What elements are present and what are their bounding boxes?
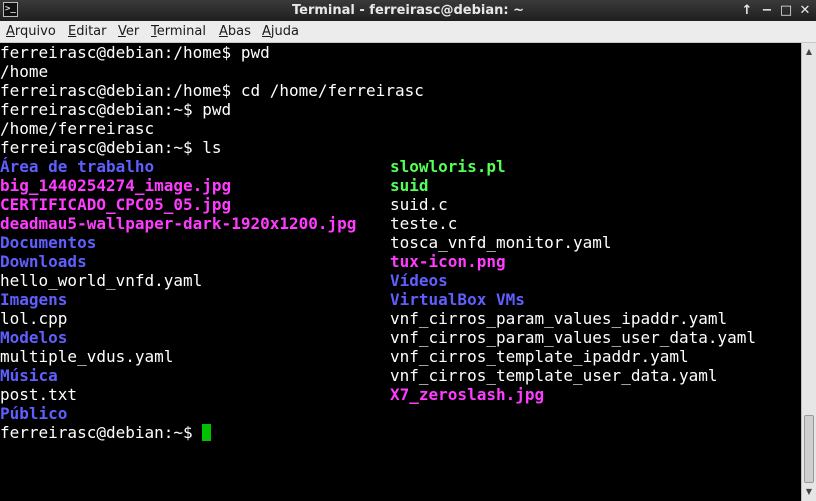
prompt-line[interactable]: ferreirasc@debian:~$	[0, 423, 212, 442]
terminal-line: ferreirasc@debian:/home$ cd /home/ferrei…	[0, 81, 424, 100]
ls-entry: post.txt	[0, 385, 78, 404]
menu-terminal[interactable]: Terminal	[151, 24, 206, 39]
ls-entry: multiple_vdus.yaml	[0, 347, 174, 366]
menu-label: bas	[227, 24, 251, 39]
ls-entry: suid	[390, 176, 429, 195]
ls-entry: vnf_cirros_template_user_data.yaml	[390, 366, 718, 385]
menu-mnemonic: A	[262, 24, 271, 39]
menu-bar: Arquivo Editar Ver Terminal Abas Ajuda	[0, 21, 816, 43]
menu-label: ditar	[76, 24, 107, 39]
menu-abas[interactable]: Abas	[219, 24, 251, 39]
ls-entry: vnf_cirros_template_ipaddr.yaml	[390, 347, 689, 366]
ls-entry: hello_world_vnfd.yaml	[0, 271, 203, 290]
menu-label: juda	[270, 24, 299, 39]
ls-entry: vnf_cirros_param_values_user_data.yaml	[390, 328, 757, 347]
menu-mnemonic: V	[118, 24, 126, 39]
ls-entry: lol.cpp	[0, 309, 68, 328]
terminal-line: ferreirasc@debian:~$ ls	[0, 138, 222, 157]
ls-entry: Downloads	[0, 252, 87, 271]
vertical-scrollbar[interactable]: ▲ ▼	[801, 43, 816, 501]
ls-entry: big_1440254274_image.jpg	[0, 176, 232, 195]
terminal-line: ferreirasc@debian:/home$ pwd	[0, 43, 270, 62]
terminal-output[interactable]: ferreirasc@debian:/home$ pwd /home ferre…	[0, 43, 801, 501]
ls-entry: Público	[0, 404, 68, 423]
scroll-down-arrow-icon[interactable]: ▼	[802, 485, 816, 499]
minimize-button[interactable]: −	[757, 2, 777, 19]
prompt-text: ferreirasc@debian:~$	[0, 423, 203, 442]
ls-entry: Música	[0, 366, 58, 385]
menu-editar[interactable]: Editar	[68, 24, 107, 39]
menu-mnemonic: A	[6, 24, 15, 39]
ls-entry: teste.c	[390, 214, 458, 233]
ls-entry: Modelos	[0, 328, 68, 347]
scroll-up-arrow-icon[interactable]: ▲	[802, 45, 816, 59]
menu-mnemonic: E	[68, 24, 77, 39]
menu-ajuda[interactable]: Ajuda	[262, 24, 299, 39]
menu-arquivo[interactable]: Arquivo	[6, 24, 56, 39]
ls-entry: Vídeos	[390, 271, 448, 290]
ls-entry: deadmau5-wallpaper-dark-1920x1200.jpg	[0, 214, 357, 233]
maximize-button[interactable]: □	[776, 2, 796, 19]
window-titlebar[interactable]: >_ Terminal - ferreirasc@debian: ~ ↑ − □…	[0, 0, 816, 21]
menu-label: er	[125, 24, 140, 39]
terminal-line: ferreirasc@debian:~$ pwd	[0, 100, 232, 119]
ls-entry: suid.c	[390, 195, 448, 214]
terminal-line: /home/ferreirasc	[0, 119, 155, 138]
ls-entry: slowloris.pl	[390, 157, 506, 176]
text-cursor	[202, 424, 212, 441]
close-button[interactable]: ✕	[795, 2, 815, 19]
ls-entry: X7_zeroslash.jpg	[390, 385, 545, 404]
keep-above-button[interactable]: ↑	[737, 2, 757, 19]
menu-label: rquivo	[14, 24, 56, 39]
ls-entry: tosca_vnfd_monitor.yaml	[390, 233, 612, 252]
ls-entry: VirtualBox VMs	[390, 290, 525, 309]
scroll-thumb[interactable]	[804, 415, 814, 483]
ls-entry: Documentos	[0, 233, 97, 252]
ls-entry: tux-icon.png	[390, 252, 506, 271]
menu-mnemonic: A	[219, 24, 228, 39]
ls-entry: Imagens	[0, 290, 68, 309]
menu-ver[interactable]: Ver	[118, 24, 139, 39]
ls-entry: CERTIFICADO_CPC05_05.jpg	[0, 195, 232, 214]
ls-entry: vnf_cirros_param_values_ipaddr.yaml	[390, 309, 728, 328]
ls-entry: Área de trabalho	[0, 157, 155, 176]
terminal-line: /home	[0, 62, 49, 81]
window-title: Terminal - ferreirasc@debian: ~	[291, 3, 525, 18]
menu-label: erminal	[156, 24, 206, 39]
